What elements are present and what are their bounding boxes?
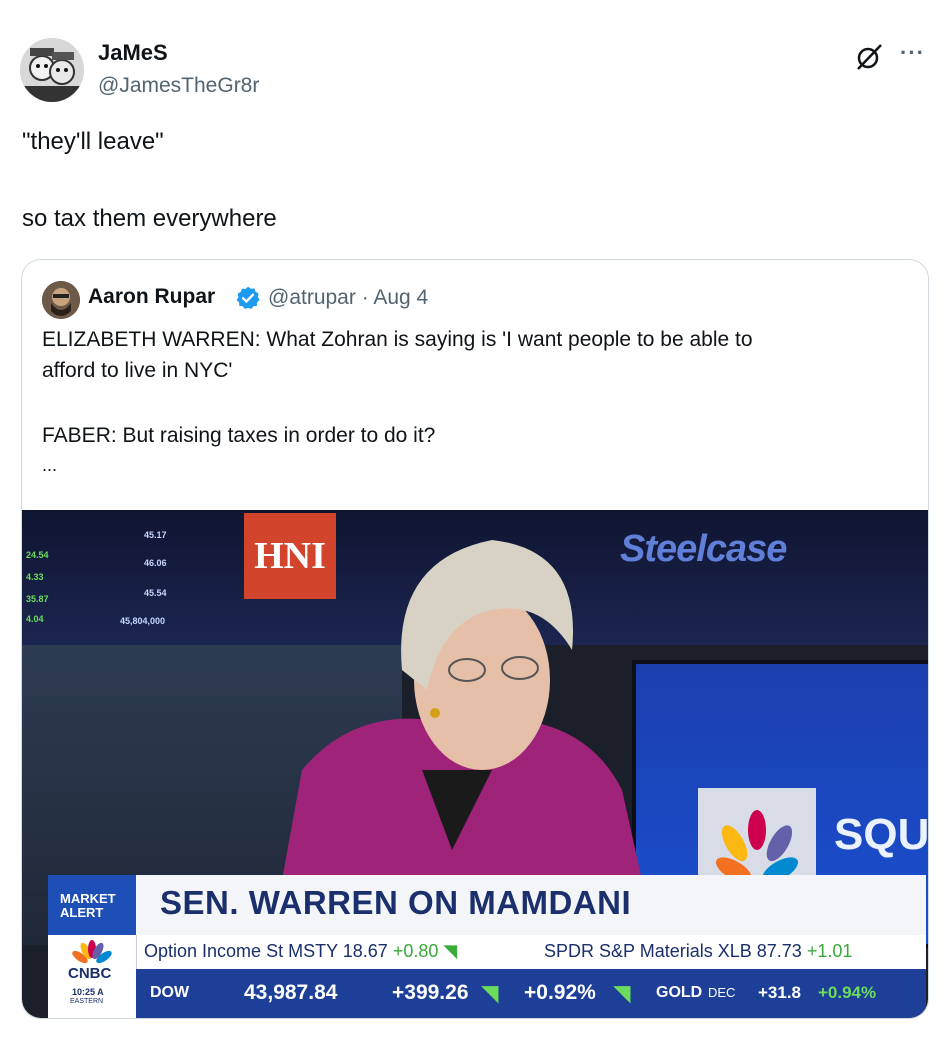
ticker-item-1-label: Option Income St MSTY 18.67 — [144, 941, 388, 961]
market-alert-line-1: MARKET — [60, 891, 116, 906]
tweet-text-line-1: "they'll leave" — [22, 128, 164, 155]
cnbc-bug: CNBC 10:25 A EASTERN — [48, 935, 137, 1018]
author-avatar[interactable] — [20, 38, 84, 102]
headline-bar: SEN. WARREN ON MAMDANI — [136, 875, 926, 935]
cnbc-logo-text: CNBC — [68, 965, 112, 982]
up-arrow-icon: ◥ — [614, 982, 631, 1005]
broadcast-timezone: EASTERN — [70, 998, 104, 1005]
quoted-tweet-card[interactable]: Aaron Rupar @atrupar · Aug 4 ELIZABETH W… — [21, 259, 929, 1019]
headline-text: SEN. WARREN ON MAMDANI — [160, 884, 632, 921]
ticker-item-2-label: SPDR S&P Materials XLB 87.73 — [544, 941, 802, 961]
ticker-item-2-change: +1.01 — [806, 941, 853, 961]
more-icon[interactable]: ··· — [900, 40, 925, 66]
board-value: 45.54 — [144, 588, 167, 598]
ticker-item-1: Option Income St MSTY 18.67 +0.80 ◥ — [144, 941, 457, 962]
broadcast-time: 10:25 A — [72, 987, 104, 997]
board-value: 35.87 — [26, 594, 49, 604]
nbc-peacock-card — [698, 788, 816, 886]
dow-label: DOW — [150, 984, 190, 1001]
board-value: 24.54 — [26, 550, 49, 560]
verified-badge-icon — [235, 285, 261, 311]
board-value: 45.17 — [144, 530, 167, 540]
quoted-text-line-1: ELIZABETH WARREN: What Zohran is saying … — [42, 328, 753, 351]
market-alert-line-2: ALERT — [60, 905, 104, 920]
board-value: 4.04 — [26, 614, 44, 624]
up-arrow-icon: ◥ — [443, 941, 458, 961]
ticker-item-1-change: +0.80 — [392, 941, 439, 961]
gold-month: DEC — [708, 985, 736, 1000]
gold-percent: +0.94% — [818, 983, 877, 1002]
quoted-handle-date: @atrupar · Aug 4 — [268, 286, 429, 309]
quoted-text-line-3: FABER: But raising taxes in order to do … — [42, 424, 436, 447]
market-alert-badge: MARKET ALERT — [48, 875, 136, 935]
ticker-item-2: SPDR S&P Materials XLB 87.73 +1.01 — [544, 941, 852, 962]
cnbc-peacock-icon — [72, 940, 112, 964]
quoted-text-ellipsis: ... — [42, 455, 58, 475]
lower-third: MARKET ALERT SEN. WARREN ON MAMDANI Opti… — [48, 875, 926, 1018]
dow-change: +399.26 — [392, 981, 469, 1004]
up-arrow-icon: ◥ — [482, 982, 499, 1005]
index-bar: DOW 43,987.84 +399.26 ◥ +0.92% ◥ GOLD DE… — [136, 969, 926, 1018]
quoted-author-avatar — [42, 281, 80, 319]
quoted-text-line-2: afford to live in NYC' — [42, 359, 233, 382]
grok-icon[interactable] — [854, 42, 884, 72]
speaker-figure — [282, 540, 642, 880]
gold-label: GOLD — [656, 984, 703, 1001]
video-media[interactable]: HNI Steelcase 45.17 46.06 45.54 45,804,0… — [22, 510, 928, 1018]
board-value: 4.33 — [26, 572, 44, 582]
author-handle[interactable]: @JamesTheGr8r — [98, 74, 259, 98]
board-value: 45,804,000 — [120, 616, 166, 626]
dow-percent: +0.92% — [524, 981, 596, 1004]
author-name[interactable]: JaMeS — [98, 40, 168, 66]
quoted-author-name: Aaron Rupar — [88, 285, 216, 308]
screen-text: SQU — [834, 810, 928, 859]
tweet-text-line-2: so tax them everywhere — [22, 205, 277, 232]
board-value: 46.06 — [144, 558, 167, 568]
dow-value: 43,987.84 — [244, 981, 338, 1004]
ticker-bar: Option Income St MSTY 18.67 +0.80 ◥ SPDR… — [136, 935, 926, 969]
gold-change: +31.8 — [758, 983, 802, 1002]
